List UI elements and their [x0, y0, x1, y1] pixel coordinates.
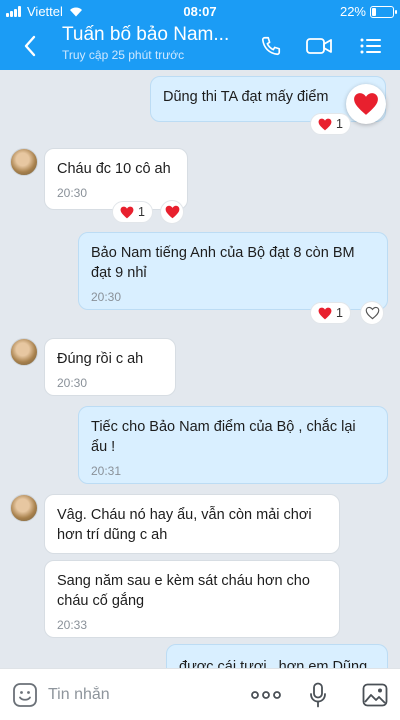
avatar[interactable] [10, 148, 38, 176]
video-camera-icon [306, 38, 332, 54]
heart-icon [120, 206, 134, 218]
message-composer [0, 668, 400, 720]
message-bubble-incoming[interactable]: Sang năm sau e kèm sát cháu hơn cho cháu… [44, 560, 340, 638]
message-time: 20:31 [91, 464, 122, 478]
message-list[interactable]: Dũng thi TA đạt mấy điểm 1 Cháu đc 10 cô… [0, 70, 400, 668]
message-text: được cái tươi , hơn em Dũng [179, 659, 368, 668]
reaction-count: 1 [138, 205, 145, 219]
chat-header: Tuấn bố bảo Nam... Truy cập 25 phút trướ… [0, 22, 400, 70]
message-time: 20:30 [57, 376, 88, 390]
message-bubble-outgoing[interactable]: Bảo Nam tiếng Anh của Bộ đạt 8 còn BM đạ… [78, 232, 388, 310]
heart-outline-icon [365, 306, 379, 320]
back-button[interactable] [16, 32, 44, 60]
image-button[interactable] [360, 681, 390, 709]
contact-info[interactable]: Tuấn bố bảo Nam... Truy cập 25 phút trướ… [62, 24, 242, 62]
message-text: Dũng thi TA đạt mấy điểm [163, 89, 329, 105]
message-bubble-incoming[interactable]: Vâg. Cháu nó hay ẩu, vẫn còn mải chơi hơ… [44, 494, 340, 554]
heart-icon [354, 93, 378, 115]
heart-icon [318, 307, 332, 319]
battery-icon [370, 5, 397, 18]
react-button[interactable] [360, 301, 384, 325]
reaction-badge[interactable]: 1 [112, 201, 153, 223]
message-text: Sang năm sau e kèm sát cháu hơn cho cháu… [57, 573, 310, 609]
message-time: 20:30 [57, 186, 88, 200]
message-text: Tiếc cho Bảo Nam điểm của Bộ , chắc lại … [91, 419, 356, 455]
more-dots-icon [251, 691, 281, 699]
heart-icon [165, 205, 179, 219]
reaction-count: 1 [336, 117, 343, 131]
message-time: 20:33 [57, 618, 88, 632]
last-seen: Truy cập 25 phút trước [62, 48, 185, 62]
avatar[interactable] [10, 338, 38, 366]
heart-icon [318, 118, 332, 130]
contact-name: Tuấn bố bảo Nam... [62, 24, 230, 45]
sticker-button[interactable] [12, 681, 38, 709]
reaction-count: 1 [336, 306, 343, 320]
reaction-badge[interactable]: 1 [310, 302, 351, 324]
phone-icon [261, 36, 281, 56]
battery-percent: 22% [339, 4, 366, 19]
emoji-icon [13, 683, 37, 707]
message-text: Đúng rồi c ah [57, 351, 144, 367]
react-button[interactable] [160, 200, 184, 224]
more-button[interactable] [250, 681, 282, 709]
microphone-icon [310, 682, 326, 708]
status-bar: Viettel 08:07 22% [0, 0, 400, 22]
message-text: Cháu đc 10 cô ah [57, 161, 171, 177]
image-icon [362, 683, 388, 707]
message-text: Bảo Nam tiếng Anh của Bộ đạt 8 còn BM đạ… [91, 245, 355, 281]
message-bubble-incoming[interactable]: Đúng rồi c ah 20:30 [44, 338, 176, 396]
avatar[interactable] [10, 494, 38, 522]
chevron-left-icon [24, 35, 36, 57]
message-input[interactable] [48, 683, 238, 707]
reaction-picker[interactable] [346, 84, 386, 124]
message-bubble-outgoing[interactable]: Tiếc cho Bảo Nam điểm của Bộ , chắc lại … [78, 406, 388, 484]
voice-button[interactable] [306, 681, 330, 709]
message-text: Vâg. Cháu nó hay ẩu, vẫn còn mải chơi hơ… [57, 507, 312, 543]
list-menu-icon [360, 38, 381, 54]
call-button[interactable] [256, 32, 286, 60]
reaction-badge[interactable]: 1 [310, 113, 351, 135]
message-bubble-outgoing[interactable]: được cái tươi , hơn em Dũng [166, 644, 388, 668]
video-call-button[interactable] [304, 32, 334, 60]
menu-button[interactable] [356, 32, 386, 60]
